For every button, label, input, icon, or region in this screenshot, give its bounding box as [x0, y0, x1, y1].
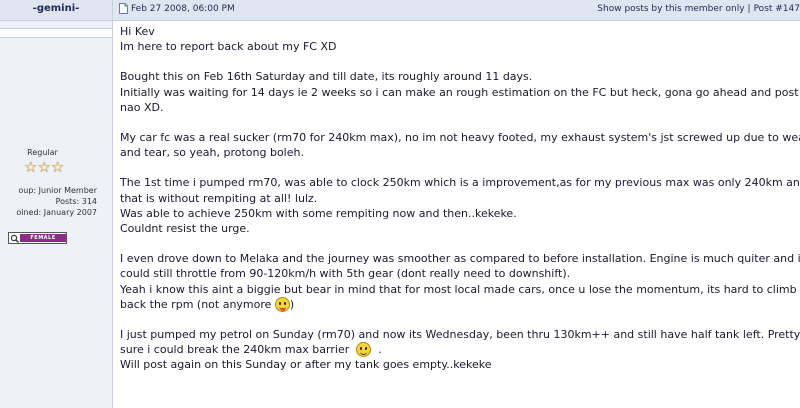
post-line: My car fc was a real sucker (rm70 for 24… — [120, 131, 800, 145]
post-line: nao XD. — [120, 100, 164, 114]
post-line: Im here to report back about my FC XD — [120, 40, 337, 54]
post-line: could still throttle from 90-120km/h wit… — [120, 267, 571, 281]
post-line: Bought this on Feb 16th Saturday and til… — [120, 70, 533, 84]
post-line-text: back the rpm (not anymore — [120, 297, 272, 311]
post-line: that is without rempiting at all! lulz. — [120, 191, 318, 205]
gender-badge: FEMALE — [8, 232, 67, 244]
author-username[interactable]: -gemini- — [0, 0, 112, 21]
post-line-with-emoticon: sure i could break the 240km max barrier… — [120, 342, 798, 358]
star-icon: ☆ — [24, 158, 38, 176]
star-icon: ☆ — [37, 158, 51, 176]
author-group: oup: Junior Member — [18, 186, 97, 195]
post-line: Hi Kev — [120, 25, 155, 38]
post-line: and tear, so yeah, protong boleh. — [120, 146, 304, 160]
post-line: Yeah i know this aint a biggie but bear … — [120, 282, 797, 296]
tongue-out-smiley-icon — [274, 296, 290, 312]
post-line: Will post again on this Sunday or after … — [120, 358, 492, 372]
star-icon: ☆ — [50, 158, 65, 176]
post-paragraph: Bought this on Feb 16th Saturday and til… — [120, 69, 800, 115]
post-document-icon — [119, 3, 128, 21]
post-line: The 1st time i pumped rm70, was able to … — [120, 176, 800, 190]
author-post-count: Posts: 314 — [55, 197, 97, 206]
post-paragraph: I even drove down to Melaka and the jour… — [120, 251, 800, 312]
post-line-text: ) — [289, 297, 295, 311]
post-date: Feb 27 2008, 06:00 PM — [131, 4, 235, 14]
smirk-smiley-icon — [356, 342, 372, 358]
post-body: Hi Kev Im here to report back about my F… — [120, 24, 800, 388]
post-number-link[interactable]: Post #147 — [754, 4, 800, 14]
post-line-text: sure i could break the 240km max barrier — [120, 343, 350, 357]
post-line-text: . — [378, 343, 382, 357]
post-line: I just pumped my petrol on Sunday (rm70)… — [120, 328, 800, 342]
post-paragraph: The 1st time i pumped rm70, was able to … — [120, 175, 800, 236]
gender-label: FEMALE — [20, 234, 66, 242]
avatar — [0, 28, 112, 38]
header-separator: | — [747, 4, 751, 14]
post-header: Feb 27 2008, 06:00 PM Show posts by this… — [113, 0, 800, 21]
post-paragraph: Hi Kev Im here to report back about my F… — [120, 24, 798, 54]
author-panel: -gemini- Regular ☆☆☆ oup: Junior Member … — [0, 0, 113, 408]
post-line: Was able to achieve 250km with some remp… — [120, 206, 517, 220]
show-posts-by-member-link[interactable]: Show posts by this member only — [597, 4, 744, 14]
author-rank: Regular — [27, 148, 58, 157]
post-paragraph: I just pumped my petrol on Sunday (rm70)… — [120, 327, 800, 373]
magnifier-icon — [9, 233, 20, 243]
post-line: Couldnt resist the urge. — [120, 222, 250, 236]
author-joined: oined: January 2007 — [16, 208, 97, 217]
post-line: I even drove down to Melaka and the jour… — [120, 252, 800, 266]
rank-stars: ☆☆☆ — [24, 157, 64, 176]
post-line: Initially was waiting for 14 days ie 2 w… — [120, 85, 800, 99]
post-paragraph: My car fc was a real sucker (rm70 for 24… — [120, 130, 800, 160]
post-line-with-emoticon: back the rpm (not anymore ) — [120, 296, 798, 312]
